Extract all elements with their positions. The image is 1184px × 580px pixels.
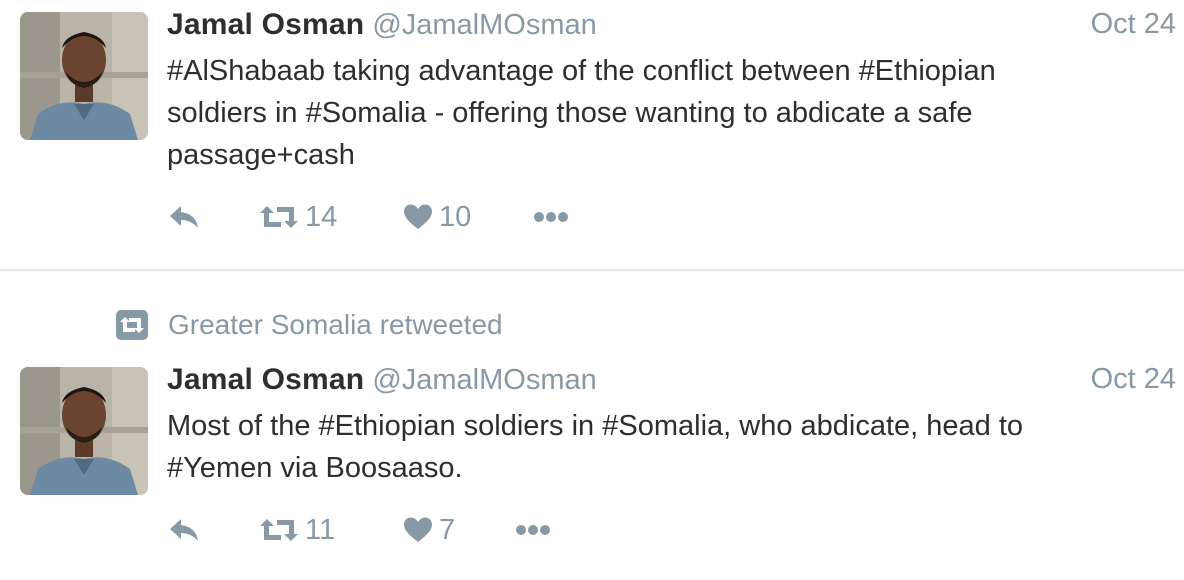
retweet-icon (260, 519, 298, 541)
tweet-text-line: Most of the #Ethiopian soldiers in #Soma… (167, 410, 1024, 442)
retweeted-context[interactable]: Greater Somalia retweeted (116, 309, 503, 341)
retweet-count: 11 (305, 513, 336, 546)
like-button[interactable]: 10 (403, 197, 471, 237)
more-dots-icon (516, 525, 550, 535)
retweet-count: 14 (305, 200, 338, 233)
retweet-icon (260, 206, 298, 228)
retweet-badge-icon (116, 310, 148, 340)
tweet-text: Most of the #Ethiopian soldiers in #Soma… (167, 405, 1157, 489)
tweet-header: Jamal Osman @JamalMOsman Oct 24 (167, 8, 1184, 48)
tweet-text-line: #Yemen via Boosaaso. (167, 452, 463, 484)
tweet-date[interactable]: Oct 24 (1091, 8, 1176, 41)
reply-button[interactable] (167, 510, 201, 550)
like-count: 10 (439, 200, 472, 233)
reply-button[interactable] (167, 197, 201, 237)
author-handle[interactable]: @JamalMOsman (372, 9, 596, 41)
more-button[interactable] (515, 510, 551, 550)
author-handle[interactable]: @JamalMOsman (372, 364, 596, 396)
reply-icon (170, 206, 198, 228)
avatar-photo (20, 12, 148, 140)
retweet-button[interactable]: 14 (259, 197, 337, 237)
more-dots-icon (534, 212, 568, 222)
tweet[interactable]: Greater Somalia retweeted Jamal Osman @Ja… (0, 271, 1184, 580)
tweet-text-line: passage+cash (167, 139, 355, 171)
retweet-button[interactable]: 11 (259, 510, 335, 550)
heart-icon (404, 517, 432, 542)
reply-icon (170, 519, 198, 541)
avatar[interactable] (20, 12, 148, 140)
author-name[interactable]: Jamal Osman (167, 8, 364, 41)
tweet-header: Jamal Osman @JamalMOsman Oct 24 (167, 363, 1184, 403)
tweet-text-line: #AlShabaab taking advantage of the confl… (167, 55, 996, 87)
like-count: 7 (439, 513, 456, 546)
author-name[interactable]: Jamal Osman (167, 363, 364, 396)
like-button[interactable]: 7 (403, 510, 455, 550)
tweet-date[interactable]: Oct 24 (1091, 363, 1176, 396)
avatar-photo (20, 367, 148, 495)
more-button[interactable] (533, 197, 569, 237)
avatar[interactable] (20, 367, 148, 495)
retweeted-by-label: Greater Somalia retweeted (168, 309, 503, 340)
tweet[interactable]: Jamal Osman @JamalMOsman Oct 24 #AlShabaa… (0, 0, 1184, 270)
tweet-text-line: soldiers in #Somalia - offering those wa… (167, 97, 973, 129)
heart-icon (404, 204, 432, 229)
tweet-text: #AlShabaab taking advantage of the confl… (167, 50, 1157, 176)
